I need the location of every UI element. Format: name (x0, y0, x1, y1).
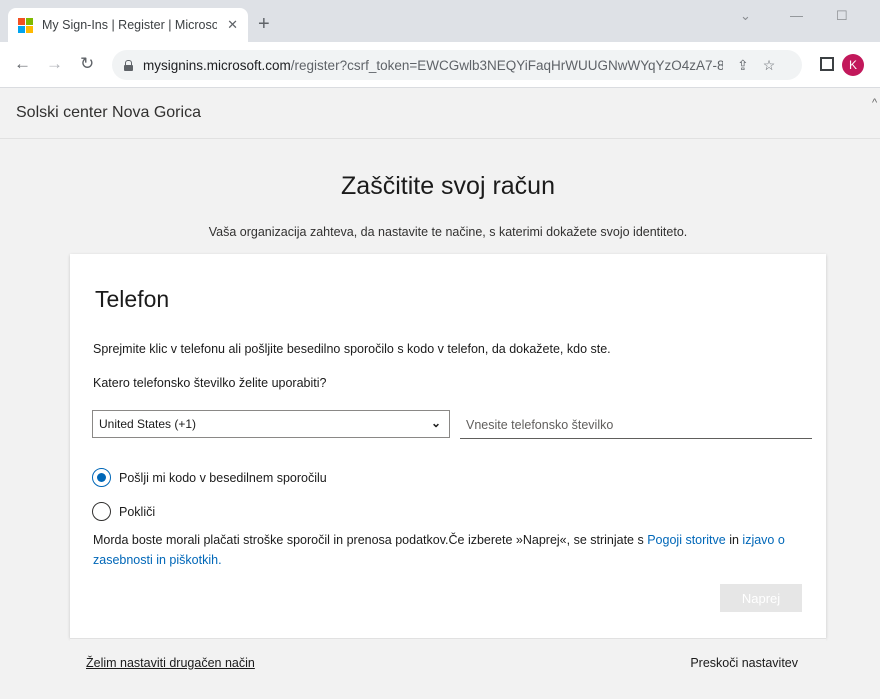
new-tab-button[interactable]: + (258, 14, 270, 34)
phone-question: Katero telefonsko številko želite uporab… (93, 376, 327, 390)
org-header: Solski center Nova Gorica ^ (0, 89, 880, 139)
address-bar[interactable]: mysignins.microsoft.com/register?csrf_to… (112, 50, 802, 80)
url-text[interactable]: mysignins.microsoft.com/register?csrf_to… (143, 58, 723, 73)
org-name: Solski center Nova Gorica (16, 104, 201, 121)
charges-notice: Morda boste morali plačati stroške sporo… (93, 533, 785, 567)
phone-setup-card: Telefon Sprejmite klic v telefonu ali po… (70, 254, 826, 638)
skip-setup-link[interactable]: Preskoči nastavitev (690, 656, 798, 670)
country-select-value: United States (+1) (99, 417, 197, 431)
microsoft-logo-icon (18, 18, 33, 33)
card-title: Telefon (95, 286, 170, 312)
terms-link[interactable]: Pogoji storitve (647, 533, 726, 547)
phone-number-input[interactable]: Vnesite telefonsko številko (460, 411, 812, 439)
share-icon[interactable]: ⇪ (737, 57, 749, 74)
browser-toolbar: ← → ↻ mysignins.microsoft.com/register?c… (0, 42, 880, 88)
country-select[interactable]: United States (+1) ⌄ (92, 410, 450, 438)
radio-label-call: Pokliči (119, 504, 156, 519)
browser-tab[interactable]: My Sign-Ins | Register | Microsoft ✕ (8, 8, 248, 42)
arrow-left-icon[interactable]: ← (14, 54, 31, 74)
page-title: Zaščitite svoj račun (341, 172, 555, 200)
minimize-icon[interactable]: — (790, 8, 803, 23)
page-subtitle: Vaša organizacija zahteva, da nastavite … (208, 225, 688, 239)
star-icon[interactable]: ☆ (763, 57, 776, 74)
tab-strip: My Sign-Ins | Register | Microsoft ✕ + ⌄… (0, 0, 880, 42)
radio-option-call[interactable]: Pokliči (92, 502, 155, 521)
profile-avatar[interactable]: K (842, 54, 864, 76)
scrollbar-up-icon[interactable]: ^ (872, 97, 877, 109)
card-footer: Želim nastaviti drugačen način Preskoči … (70, 638, 826, 690)
next-button[interactable]: Naprej (720, 584, 802, 612)
radio-button[interactable] (92, 502, 111, 521)
alternate-method-link[interactable]: Želim nastaviti drugačen način (86, 656, 255, 670)
chevron-down-icon[interactable]: ⌄ (740, 8, 751, 24)
reload-icon[interactable]: ↻ (80, 54, 94, 74)
radio-button-checked[interactable] (92, 468, 111, 487)
side-panel-icon[interactable] (820, 57, 834, 71)
maximize-icon[interactable]: ☐ (836, 8, 848, 24)
radio-option-text[interactable]: Pošlji mi kodo v besedilnem sporočilu (92, 468, 327, 487)
arrow-right-icon[interactable]: → (46, 54, 63, 74)
radio-label-text: Pošlji mi kodo v besedilnem sporočilu (119, 470, 327, 485)
card-description: Sprejmite klic v telefonu ali pošljite b… (93, 342, 611, 356)
lock-icon[interactable] (124, 59, 133, 71)
tab-title: My Sign-Ins | Register | Microsoft (42, 18, 217, 32)
chevron-down-icon: ⌄ (430, 416, 441, 430)
tab-close-icon[interactable]: ✕ (227, 17, 238, 33)
